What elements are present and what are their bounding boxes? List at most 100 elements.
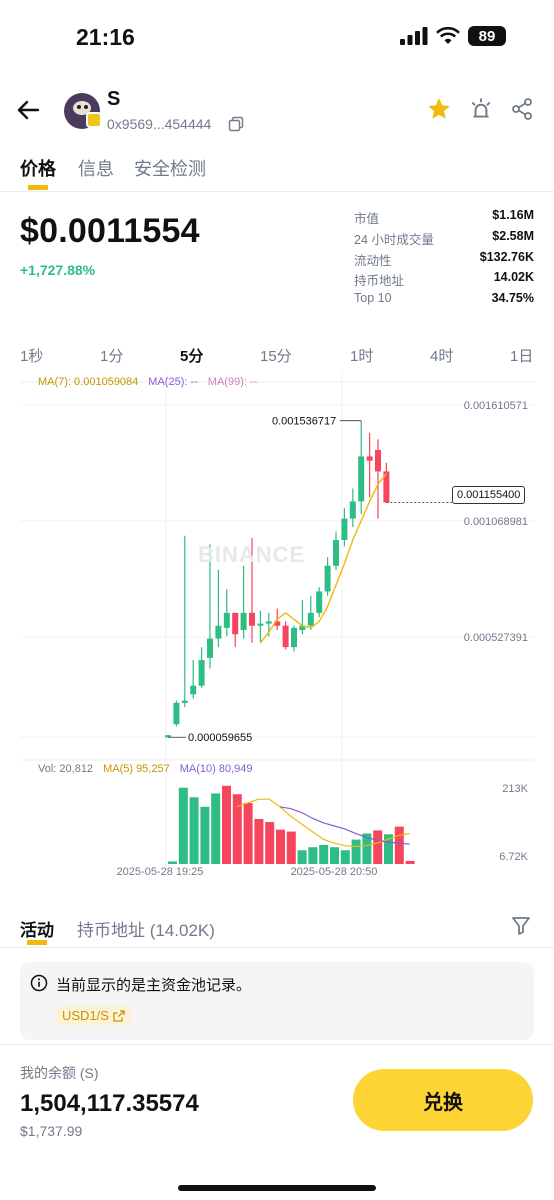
ma-legend: MA(7): 0.001059084 MA(25): -- MA(99): -- <box>38 376 257 388</box>
volume-label: Vol: 20,812 <box>38 763 94 775</box>
contract-address: 0x9569...454444 <box>107 116 212 132</box>
activity-tabs: 活动 持币地址 (14.02K) <box>0 904 554 948</box>
volume-bar <box>168 861 177 864</box>
volume-bar <box>276 829 285 864</box>
ma99-label: MA(99): -- <box>207 376 258 388</box>
status-icons: 89 <box>400 26 506 46</box>
share-icon[interactable] <box>510 97 534 121</box>
tab-holders[interactable]: 持币地址 (14.02K) <box>77 916 215 941</box>
market-stats: 市值 $1.16M 24 小时成交量 $2.58M 流动性 $132.76K 持… <box>354 208 534 312</box>
back-arrow-icon[interactable] <box>14 94 46 126</box>
interval-1m[interactable]: 1分 <box>100 345 123 366</box>
interval-selector: 1秒 1分 5分 15分 1时 4时 1日 <box>0 345 554 369</box>
copy-icon[interactable] <box>228 116 244 132</box>
candle-body <box>341 518 348 540</box>
ma25-label: MA(25): -- <box>148 376 198 388</box>
candle-body <box>232 612 239 635</box>
tab-security[interactable]: 安全检测 <box>134 155 206 181</box>
candle-body <box>366 456 373 461</box>
activity-tab-indicator <box>27 940 47 945</box>
volume-bar <box>265 822 275 864</box>
volume-bar <box>178 787 188 864</box>
candle-body <box>291 627 297 648</box>
x-tick-label: 2025-05-28 20:50 <box>291 866 378 878</box>
candle-body <box>223 612 230 628</box>
candle-body <box>282 625 289 648</box>
status-bar: 21:16 89 <box>0 0 554 76</box>
interval-5m[interactable]: 5分 <box>180 345 203 366</box>
current-price: $0.0011554 <box>20 212 200 250</box>
price-axis-label: 0.001610571 <box>464 400 528 412</box>
interval-1s[interactable]: 1秒 <box>20 345 43 366</box>
interval-1h[interactable]: 1时 <box>350 345 373 366</box>
volume-bar <box>297 850 307 864</box>
tab-info[interactable]: 信息 <box>78 155 114 181</box>
candle-body <box>215 625 222 639</box>
chain-badge-icon <box>86 112 102 128</box>
volume-ma10-label: MA(10) 80,949 <box>179 763 253 775</box>
filter-icon[interactable] <box>510 914 532 936</box>
interval-1d[interactable]: 1日 <box>510 345 533 366</box>
header-actions <box>426 96 534 122</box>
token-symbol: S <box>107 88 121 110</box>
signal-icon <box>400 27 428 45</box>
candle-body <box>316 591 323 613</box>
tab-activity[interactable]: 活动 <box>20 916 54 941</box>
stat-liquidity: 流动性 $132.76K <box>354 249 534 268</box>
current-price-tag: 0.001155400 <box>452 486 526 504</box>
favorite-star-icon[interactable] <box>426 96 452 122</box>
pool-link[interactable]: USD1/S <box>56 1006 131 1025</box>
swap-button[interactable]: 兑换 <box>353 1069 533 1131</box>
volume-bar <box>319 844 329 864</box>
info-icon <box>30 974 48 992</box>
candle-body <box>190 685 197 695</box>
volume-bar <box>243 802 253 864</box>
candle-body <box>207 638 213 658</box>
volume-bar <box>189 797 199 864</box>
balance-bar: 我的余额 (S) 1,504,117.35574 $1,737.99 兑换 <box>0 1044 554 1200</box>
battery-indicator: 89 <box>468 26 506 46</box>
volume-bar <box>286 831 296 864</box>
low-price-label: 0.000059655 <box>188 732 252 744</box>
status-time: 21:16 <box>76 24 135 50</box>
interval-4h[interactable]: 4时 <box>430 345 453 366</box>
volume-bar <box>211 793 221 864</box>
volume-bar <box>254 818 264 864</box>
header: S 0x9569...454444 <box>0 84 554 140</box>
stat-top10: Top 10 34.75% <box>354 291 534 306</box>
candle-body <box>173 702 180 725</box>
volume-bar <box>394 826 404 864</box>
price-axis-label: 0.000527391 <box>464 632 528 644</box>
notice-text: 当前显示的是主资金池记录。 <box>56 977 252 994</box>
ma7-label: MA(7): 0.001059084 <box>38 376 139 388</box>
candle-body <box>358 456 365 502</box>
volume-bar <box>340 850 350 864</box>
price-change: +1,727.88% <box>20 262 96 278</box>
stat-holders: 持币地址 14.02K <box>354 270 534 289</box>
volume-bar <box>232 794 242 864</box>
price-chart[interactable]: 0.001610571 0.001068981 0.000527391 0.00153… <box>20 370 534 880</box>
external-link-icon <box>113 1009 125 1022</box>
candle-body <box>375 450 381 472</box>
candle-body <box>307 612 314 626</box>
main-tabs: 价格 信息 安全检测 <box>0 140 554 192</box>
binance-watermark: BINANCE <box>198 542 306 567</box>
volume-axis-label: 213K <box>502 783 528 795</box>
tab-price[interactable]: 价格 <box>20 155 56 181</box>
volume-bar <box>330 847 339 864</box>
candle-body <box>240 612 247 630</box>
home-indicator <box>178 1185 376 1191</box>
volume-ma5-label: MA(5) 95,257 <box>103 763 170 775</box>
price-alert-icon[interactable] <box>468 96 494 122</box>
candle-body <box>349 501 356 519</box>
candle-body <box>257 623 264 626</box>
candle-body <box>181 700 188 703</box>
tab-active-indicator <box>28 185 48 190</box>
volume-bar <box>308 847 318 864</box>
candle-body <box>249 612 255 626</box>
interval-15m[interactable]: 15分 <box>260 345 292 366</box>
volume-bar <box>405 860 415 864</box>
pool-link-label: USD1/S <box>62 1008 109 1023</box>
volume-bar <box>351 839 361 864</box>
pool-notice: 当前显示的是主资金池记录。 USD1/S <box>20 962 534 1040</box>
